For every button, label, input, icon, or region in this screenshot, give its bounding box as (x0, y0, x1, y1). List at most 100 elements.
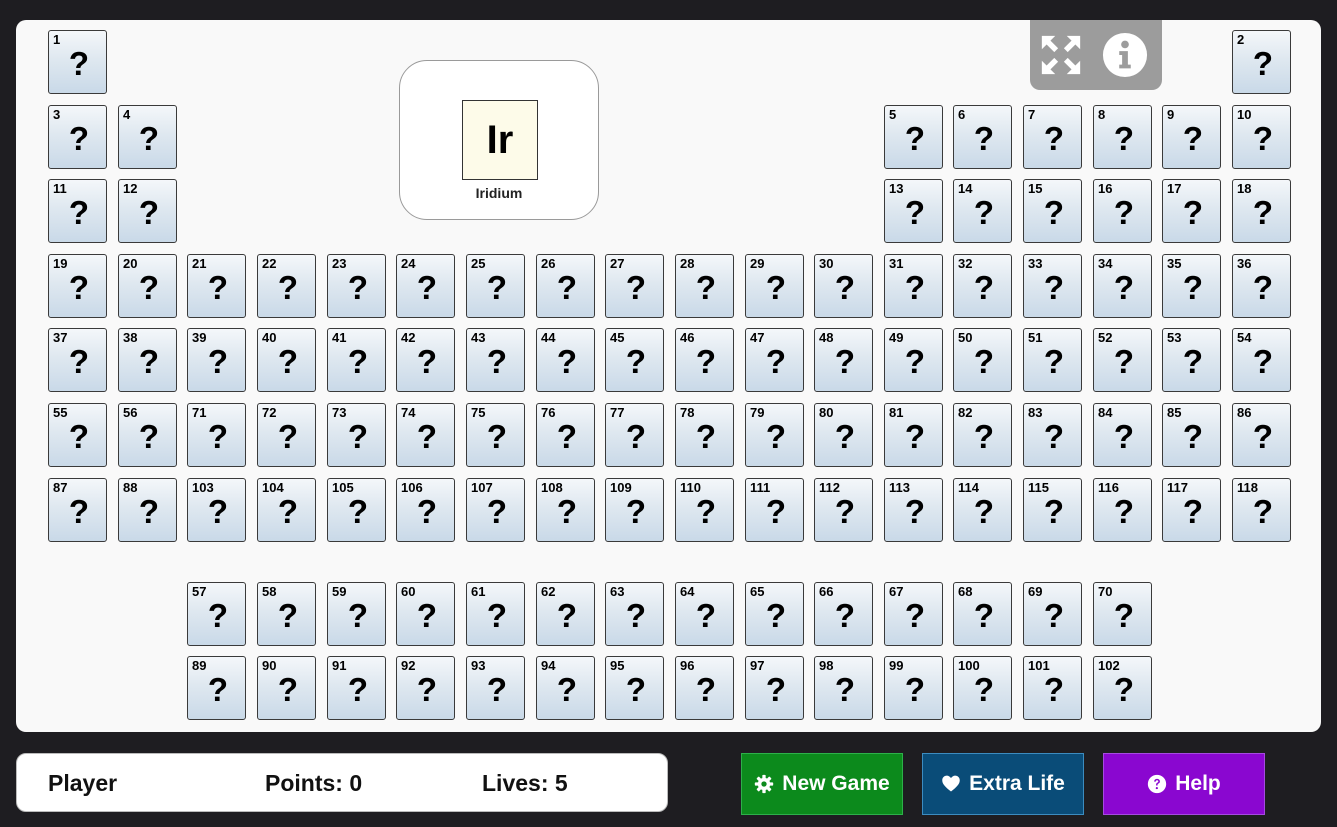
element-tile-29[interactable]: 29? (745, 254, 804, 318)
element-tile-91[interactable]: 91? (327, 656, 386, 720)
element-tile-89[interactable]: 89? (187, 656, 246, 720)
element-tile-85[interactable]: 85? (1162, 403, 1221, 467)
element-tile-101[interactable]: 101? (1023, 656, 1082, 720)
element-tile-81[interactable]: 81? (884, 403, 943, 467)
new-game-button[interactable]: New Game (741, 753, 903, 815)
element-tile-18[interactable]: 18? (1232, 179, 1291, 243)
element-tile-77[interactable]: 77? (605, 403, 664, 467)
element-tile-82[interactable]: 82? (953, 403, 1012, 467)
element-tile-88[interactable]: 88? (118, 478, 177, 542)
element-tile-21[interactable]: 21? (187, 254, 246, 318)
element-tile-110[interactable]: 110? (675, 478, 734, 542)
element-tile-37[interactable]: 37? (48, 328, 107, 392)
element-tile-25[interactable]: 25? (466, 254, 525, 318)
element-tile-11[interactable]: 11? (48, 179, 107, 243)
element-tile-36[interactable]: 36? (1232, 254, 1291, 318)
element-tile-69[interactable]: 69? (1023, 582, 1082, 646)
element-tile-34[interactable]: 34? (1093, 254, 1152, 318)
element-tile-67[interactable]: 67? (884, 582, 943, 646)
extra-life-button[interactable]: Extra Life (922, 753, 1084, 815)
element-tile-84[interactable]: 84? (1093, 403, 1152, 467)
element-tile-7[interactable]: 7? (1023, 105, 1082, 169)
element-tile-106[interactable]: 106? (396, 478, 455, 542)
element-tile-57[interactable]: 57? (187, 582, 246, 646)
element-tile-113[interactable]: 113? (884, 478, 943, 542)
element-tile-58[interactable]: 58? (257, 582, 316, 646)
element-tile-43[interactable]: 43? (466, 328, 525, 392)
element-tile-71[interactable]: 71? (187, 403, 246, 467)
element-tile-4[interactable]: 4? (118, 105, 177, 169)
element-tile-64[interactable]: 64? (675, 582, 734, 646)
element-tile-104[interactable]: 104? (257, 478, 316, 542)
element-tile-14[interactable]: 14? (953, 179, 1012, 243)
element-tile-60[interactable]: 60? (396, 582, 455, 646)
element-tile-50[interactable]: 50? (953, 328, 1012, 392)
help-button[interactable]: Help (1103, 753, 1265, 815)
element-tile-117[interactable]: 117? (1162, 478, 1221, 542)
element-tile-98[interactable]: 98? (814, 656, 873, 720)
element-tile-1[interactable]: 1? (48, 30, 107, 94)
element-tile-24[interactable]: 24? (396, 254, 455, 318)
element-tile-102[interactable]: 102? (1093, 656, 1152, 720)
element-tile-92[interactable]: 92? (396, 656, 455, 720)
element-tile-32[interactable]: 32? (953, 254, 1012, 318)
element-tile-9[interactable]: 9? (1162, 105, 1221, 169)
element-tile-83[interactable]: 83? (1023, 403, 1082, 467)
element-tile-31[interactable]: 31? (884, 254, 943, 318)
element-tile-39[interactable]: 39? (187, 328, 246, 392)
element-tile-63[interactable]: 63? (605, 582, 664, 646)
element-tile-72[interactable]: 72? (257, 403, 316, 467)
element-tile-20[interactable]: 20? (118, 254, 177, 318)
element-tile-19[interactable]: 19? (48, 254, 107, 318)
element-tile-100[interactable]: 100? (953, 656, 1012, 720)
element-tile-35[interactable]: 35? (1162, 254, 1221, 318)
element-tile-16[interactable]: 16? (1093, 179, 1152, 243)
element-tile-70[interactable]: 70? (1093, 582, 1152, 646)
element-tile-78[interactable]: 78? (675, 403, 734, 467)
element-tile-38[interactable]: 38? (118, 328, 177, 392)
element-tile-45[interactable]: 45? (605, 328, 664, 392)
element-tile-116[interactable]: 116? (1093, 478, 1152, 542)
element-tile-13[interactable]: 13? (884, 179, 943, 243)
element-tile-56[interactable]: 56? (118, 403, 177, 467)
element-tile-93[interactable]: 93? (466, 656, 525, 720)
element-tile-49[interactable]: 49? (884, 328, 943, 392)
element-tile-47[interactable]: 47? (745, 328, 804, 392)
element-tile-66[interactable]: 66? (814, 582, 873, 646)
element-tile-96[interactable]: 96? (675, 656, 734, 720)
element-tile-112[interactable]: 112? (814, 478, 873, 542)
element-tile-41[interactable]: 41? (327, 328, 386, 392)
element-tile-111[interactable]: 111? (745, 478, 804, 542)
element-tile-76[interactable]: 76? (536, 403, 595, 467)
element-tile-87[interactable]: 87? (48, 478, 107, 542)
element-tile-62[interactable]: 62? (536, 582, 595, 646)
element-tile-99[interactable]: 99? (884, 656, 943, 720)
element-tile-94[interactable]: 94? (536, 656, 595, 720)
element-tile-23[interactable]: 23? (327, 254, 386, 318)
element-tile-26[interactable]: 26? (536, 254, 595, 318)
element-tile-46[interactable]: 46? (675, 328, 734, 392)
element-tile-8[interactable]: 8? (1093, 105, 1152, 169)
element-tile-53[interactable]: 53? (1162, 328, 1221, 392)
element-tile-55[interactable]: 55? (48, 403, 107, 467)
element-tile-33[interactable]: 33? (1023, 254, 1082, 318)
element-tile-2[interactable]: 2? (1232, 30, 1291, 94)
element-tile-15[interactable]: 15? (1023, 179, 1082, 243)
element-tile-74[interactable]: 74? (396, 403, 455, 467)
element-tile-6[interactable]: 6? (953, 105, 1012, 169)
element-tile-75[interactable]: 75? (466, 403, 525, 467)
element-tile-79[interactable]: 79? (745, 403, 804, 467)
element-tile-73[interactable]: 73? (327, 403, 386, 467)
element-tile-118[interactable]: 118? (1232, 478, 1291, 542)
element-tile-65[interactable]: 65? (745, 582, 804, 646)
element-tile-114[interactable]: 114? (953, 478, 1012, 542)
element-tile-30[interactable]: 30? (814, 254, 873, 318)
element-tile-42[interactable]: 42? (396, 328, 455, 392)
element-tile-12[interactable]: 12? (118, 179, 177, 243)
element-tile-40[interactable]: 40? (257, 328, 316, 392)
expand-arrows-icon[interactable] (1038, 32, 1084, 78)
element-tile-105[interactable]: 105? (327, 478, 386, 542)
element-tile-48[interactable]: 48? (814, 328, 873, 392)
element-tile-3[interactable]: 3? (48, 105, 107, 169)
element-tile-90[interactable]: 90? (257, 656, 316, 720)
